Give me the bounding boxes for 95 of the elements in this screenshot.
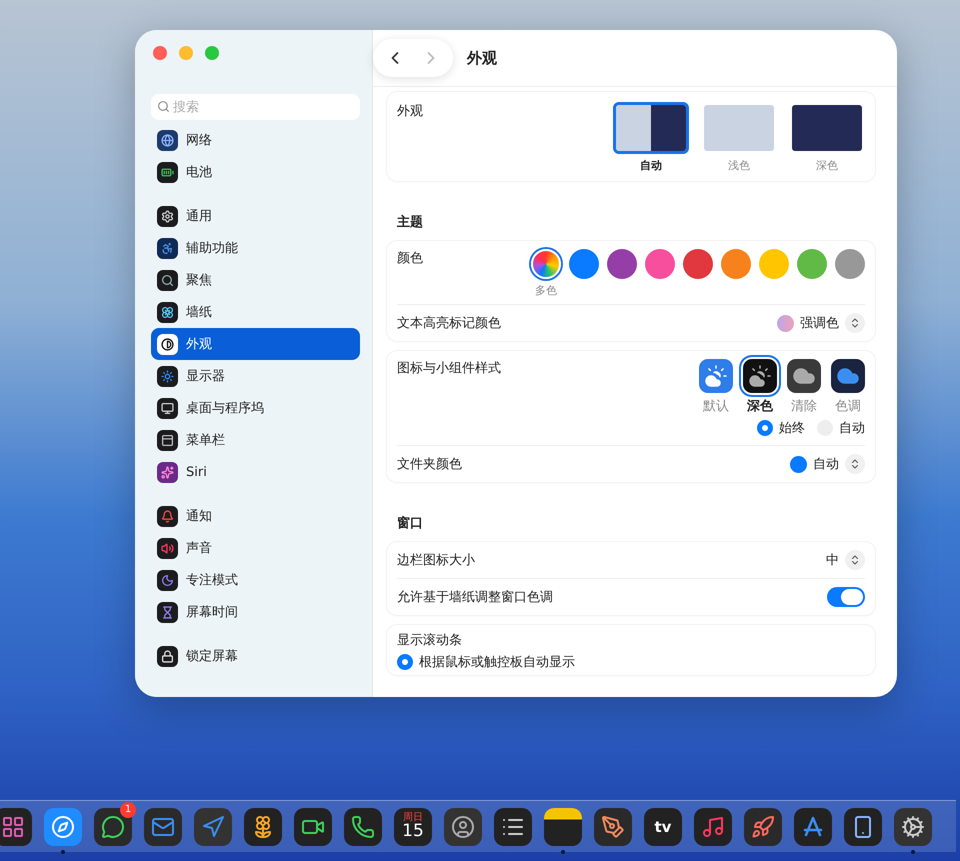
appearance-thumbnail[interactable] bbox=[789, 102, 865, 154]
phone-icon[interactable] bbox=[844, 808, 882, 846]
pen-icon[interactable] bbox=[594, 808, 632, 846]
swatch-label: 多色 bbox=[535, 283, 557, 298]
accessibility-icon bbox=[157, 238, 178, 258]
setting-label: 显示滚动条 bbox=[397, 632, 462, 649]
toggle-switch[interactable] bbox=[827, 587, 865, 607]
hourglass-icon bbox=[157, 602, 178, 622]
sidebar-item[interactable]: 通知 bbox=[151, 500, 360, 532]
search-icon bbox=[157, 270, 178, 290]
sidebar-item[interactable]: 通用 bbox=[151, 200, 360, 232]
notepad-icon[interactable] bbox=[544, 808, 582, 846]
phone-icon[interactable] bbox=[344, 808, 382, 846]
moon-icon bbox=[157, 570, 178, 590]
calendar-icon[interactable]: 周日 15 bbox=[394, 808, 432, 846]
sidebar-item[interactable]: 聚焦 bbox=[151, 264, 360, 296]
option-label: 自动 bbox=[640, 158, 662, 173]
video-camera-icon[interactable] bbox=[294, 808, 332, 846]
monitor-icon bbox=[157, 398, 178, 418]
color-swatch[interactable] bbox=[683, 249, 713, 279]
radio-option[interactable]: 始终 bbox=[757, 419, 805, 437]
setting-label: 颜色 bbox=[397, 250, 423, 267]
sidebar-item[interactable]: 墙纸 bbox=[151, 296, 360, 328]
envelope-icon[interactable] bbox=[144, 808, 182, 846]
sidebar-item[interactable]: 电池 bbox=[151, 156, 360, 188]
flower-icon[interactable] bbox=[244, 808, 282, 846]
color-swatch[interactable] bbox=[531, 249, 561, 279]
size-popup[interactable]: 中 bbox=[826, 550, 865, 570]
color-swatch[interactable] bbox=[759, 249, 789, 279]
person-icon[interactable] bbox=[444, 808, 482, 846]
launchpad-icon[interactable] bbox=[0, 808, 32, 846]
page-title: 外观 bbox=[467, 48, 497, 68]
color-swatch[interactable] bbox=[569, 249, 599, 279]
color-swatch[interactable] bbox=[721, 249, 751, 279]
sidebar-item[interactable]: 辅助功能 bbox=[151, 232, 360, 264]
appearance-thumbnail[interactable] bbox=[613, 102, 689, 154]
color-swatch[interactable] bbox=[835, 249, 865, 279]
sun-icon bbox=[157, 366, 178, 386]
speaker-icon bbox=[157, 538, 178, 558]
option-label: 浅色 bbox=[728, 158, 750, 173]
sidebar-item[interactable]: 外观 bbox=[151, 328, 360, 360]
compass-icon[interactable] bbox=[44, 808, 82, 846]
setting-label: 边栏图标大小 bbox=[397, 552, 475, 569]
search-icon bbox=[157, 100, 170, 113]
sparkles-icon bbox=[157, 462, 178, 482]
option-label: 色调 bbox=[835, 398, 861, 415]
setting-label: 外观 bbox=[397, 103, 423, 120]
search-field[interactable]: 搜索 bbox=[151, 94, 360, 120]
setting-label: 文件夹颜色 bbox=[397, 456, 462, 473]
notification-badge: 1 bbox=[120, 802, 136, 818]
bell-icon bbox=[157, 506, 178, 526]
setting-label: 文本高亮标记颜色 bbox=[397, 315, 501, 332]
radio-option[interactable]: 根据鼠标或触控板自动显示 bbox=[397, 653, 575, 671]
gear-icon bbox=[157, 206, 178, 226]
music-note-icon[interactable] bbox=[694, 808, 732, 846]
sidebar-item[interactable]: 屏幕时间 bbox=[151, 596, 360, 628]
sidebar-item[interactable]: Siri bbox=[151, 456, 360, 488]
section-heading: 窗口 bbox=[397, 514, 424, 532]
option-label: 深色 bbox=[747, 398, 773, 415]
option-label: 清除 bbox=[791, 398, 817, 415]
section-heading: 主题 bbox=[397, 214, 424, 231]
battery-icon bbox=[157, 162, 178, 182]
flower-icon bbox=[157, 302, 178, 322]
up-down-chevron-icon bbox=[845, 313, 865, 333]
option-label: 默认 bbox=[703, 398, 729, 415]
up-down-chevron-icon bbox=[845, 550, 865, 570]
lock-icon bbox=[157, 646, 178, 666]
rocket-icon[interactable] bbox=[744, 808, 782, 846]
option-label: 深色 bbox=[816, 158, 838, 173]
navigation-arrow-icon[interactable] bbox=[194, 808, 232, 846]
color-swatch[interactable] bbox=[645, 249, 675, 279]
globe-icon bbox=[157, 130, 178, 150]
settings-icon[interactable] bbox=[894, 808, 932, 846]
app-store-icon[interactable] bbox=[794, 808, 832, 846]
sidebar-item[interactable]: 专注模式 bbox=[151, 564, 360, 596]
appearance-thumbnail[interactable] bbox=[701, 102, 777, 154]
setting-label: 图标与小组件样式 bbox=[397, 360, 501, 377]
sidebar-item[interactable]: 菜单栏 bbox=[151, 424, 360, 456]
setting-label: 允许基于墙纸调整窗口色调 bbox=[397, 589, 553, 606]
sidebar-item[interactable]: 声音 bbox=[151, 532, 360, 564]
tv-icon[interactable]: tv bbox=[644, 808, 682, 846]
sidebar-item[interactable]: 桌面与程序坞 bbox=[151, 392, 360, 424]
sidebar-item[interactable]: 网络 bbox=[151, 124, 360, 156]
up-down-chevron-icon bbox=[845, 454, 865, 474]
contrast-icon bbox=[157, 334, 178, 354]
list-icon[interactable] bbox=[494, 808, 532, 846]
color-swatch[interactable] bbox=[607, 249, 637, 279]
sidebar-item[interactable]: 显示器 bbox=[151, 360, 360, 392]
highlight-color-popup[interactable]: 强调色 bbox=[777, 313, 865, 333]
window-icon bbox=[157, 430, 178, 450]
close-button[interactable] bbox=[153, 46, 167, 60]
color-swatch[interactable] bbox=[797, 249, 827, 279]
radio-option[interactable]: 自动 bbox=[817, 419, 865, 437]
sidebar-item[interactable]: 锁定屏幕 bbox=[151, 640, 360, 672]
folder-color-popup[interactable]: 自动 bbox=[790, 454, 865, 474]
